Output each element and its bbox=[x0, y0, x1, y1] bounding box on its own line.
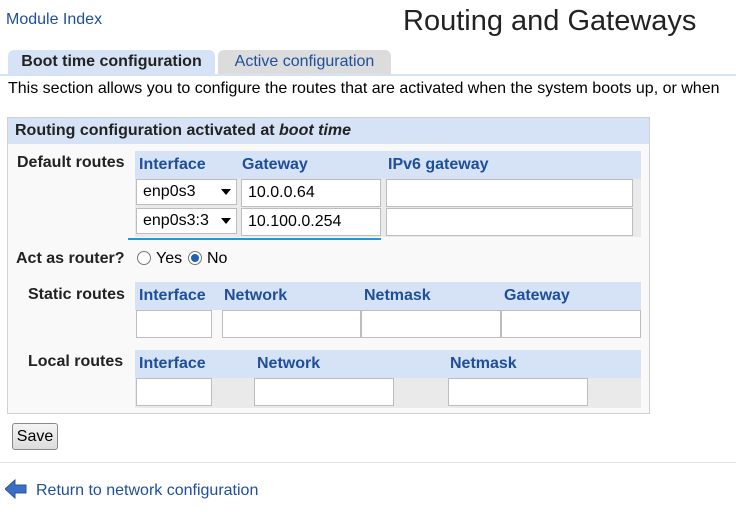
local-col-netmask: Netmask bbox=[450, 355, 517, 372]
page-title: Routing and Gateways bbox=[403, 5, 697, 37]
router-yes-label[interactable]: Yes bbox=[156, 250, 182, 268]
static-col-network: Network bbox=[224, 287, 288, 304]
tab-divider bbox=[0, 74, 736, 76]
routing-config-panel: Routing configuration activated at boot … bbox=[7, 117, 650, 414]
default-route-2-ipv6-gateway-input[interactable] bbox=[386, 208, 633, 236]
act-as-router-label: Act as router? bbox=[16, 250, 125, 267]
default-route-1-gateway-input[interactable]: 10.0.0.64 bbox=[241, 179, 381, 207]
default-routes-header: Interface Gateway IPv6 gateway bbox=[135, 151, 641, 179]
default-col-gateway: Gateway bbox=[242, 156, 308, 173]
router-no-radio[interactable] bbox=[188, 251, 202, 265]
static-col-gateway: Gateway bbox=[504, 287, 570, 304]
left-arrow-icon[interactable] bbox=[4, 478, 27, 504]
default-route-2-interface-select[interactable]: enp0s3:3 bbox=[136, 208, 237, 234]
local-col-interface: Interface bbox=[139, 355, 206, 372]
chevron-down-icon bbox=[221, 189, 231, 195]
local-route-interface-input[interactable] bbox=[136, 378, 212, 406]
default-col-ipv6-gateway: IPv6 gateway bbox=[388, 156, 489, 173]
static-route-interface-input[interactable] bbox=[136, 310, 212, 338]
router-no-label[interactable]: No bbox=[207, 250, 227, 268]
intro-text: This section allows you to configure the… bbox=[8, 80, 720, 97]
static-route-network-input[interactable] bbox=[222, 310, 361, 338]
tab-active-configuration[interactable]: Active configuration bbox=[218, 50, 391, 74]
local-route-network-input[interactable] bbox=[254, 378, 394, 406]
static-routes-label: Static routes bbox=[28, 286, 125, 303]
focus-underline bbox=[128, 238, 381, 240]
panel-title-emphasis: boot time bbox=[279, 122, 352, 139]
default-route-1-ipv6-gateway-input[interactable] bbox=[386, 179, 633, 207]
static-routes-header: Interface Network Netmask Gateway bbox=[135, 282, 641, 310]
static-route-gateway-input[interactable] bbox=[501, 310, 641, 338]
default-routes-label: Default routes bbox=[17, 154, 125, 171]
default-route-1-interface-value: enp0s3 bbox=[143, 183, 196, 200]
panel-header: Routing configuration activated at boot … bbox=[8, 118, 649, 144]
local-col-network: Network bbox=[257, 355, 321, 372]
panel-title: Routing configuration activated at boot … bbox=[15, 122, 352, 139]
return-to-network-configuration-link[interactable]: Return to network configuration bbox=[36, 482, 258, 500]
static-route-netmask-input[interactable] bbox=[361, 310, 501, 338]
local-route-netmask-input[interactable] bbox=[448, 378, 588, 406]
router-yes-radio[interactable] bbox=[137, 251, 151, 265]
save-button[interactable]: Save bbox=[12, 423, 58, 450]
local-routes-label: Local routes bbox=[28, 353, 124, 370]
static-col-interface: Interface bbox=[139, 287, 206, 304]
module-index-link[interactable]: Module Index bbox=[6, 11, 102, 29]
default-route-2-gateway-input[interactable]: 10.100.0.254 bbox=[241, 208, 381, 236]
tab-boot-time-configuration[interactable]: Boot time configuration bbox=[8, 50, 215, 74]
static-col-netmask: Netmask bbox=[364, 287, 431, 304]
default-route-2-interface-value: enp0s3:3 bbox=[143, 212, 209, 229]
default-col-interface: Interface bbox=[139, 156, 206, 173]
chevron-down-icon bbox=[221, 218, 231, 224]
default-route-1-interface-select[interactable]: enp0s3 bbox=[136, 179, 237, 205]
local-routes-header: Interface Network Netmask bbox=[135, 350, 641, 378]
footer-divider bbox=[0, 462, 736, 463]
